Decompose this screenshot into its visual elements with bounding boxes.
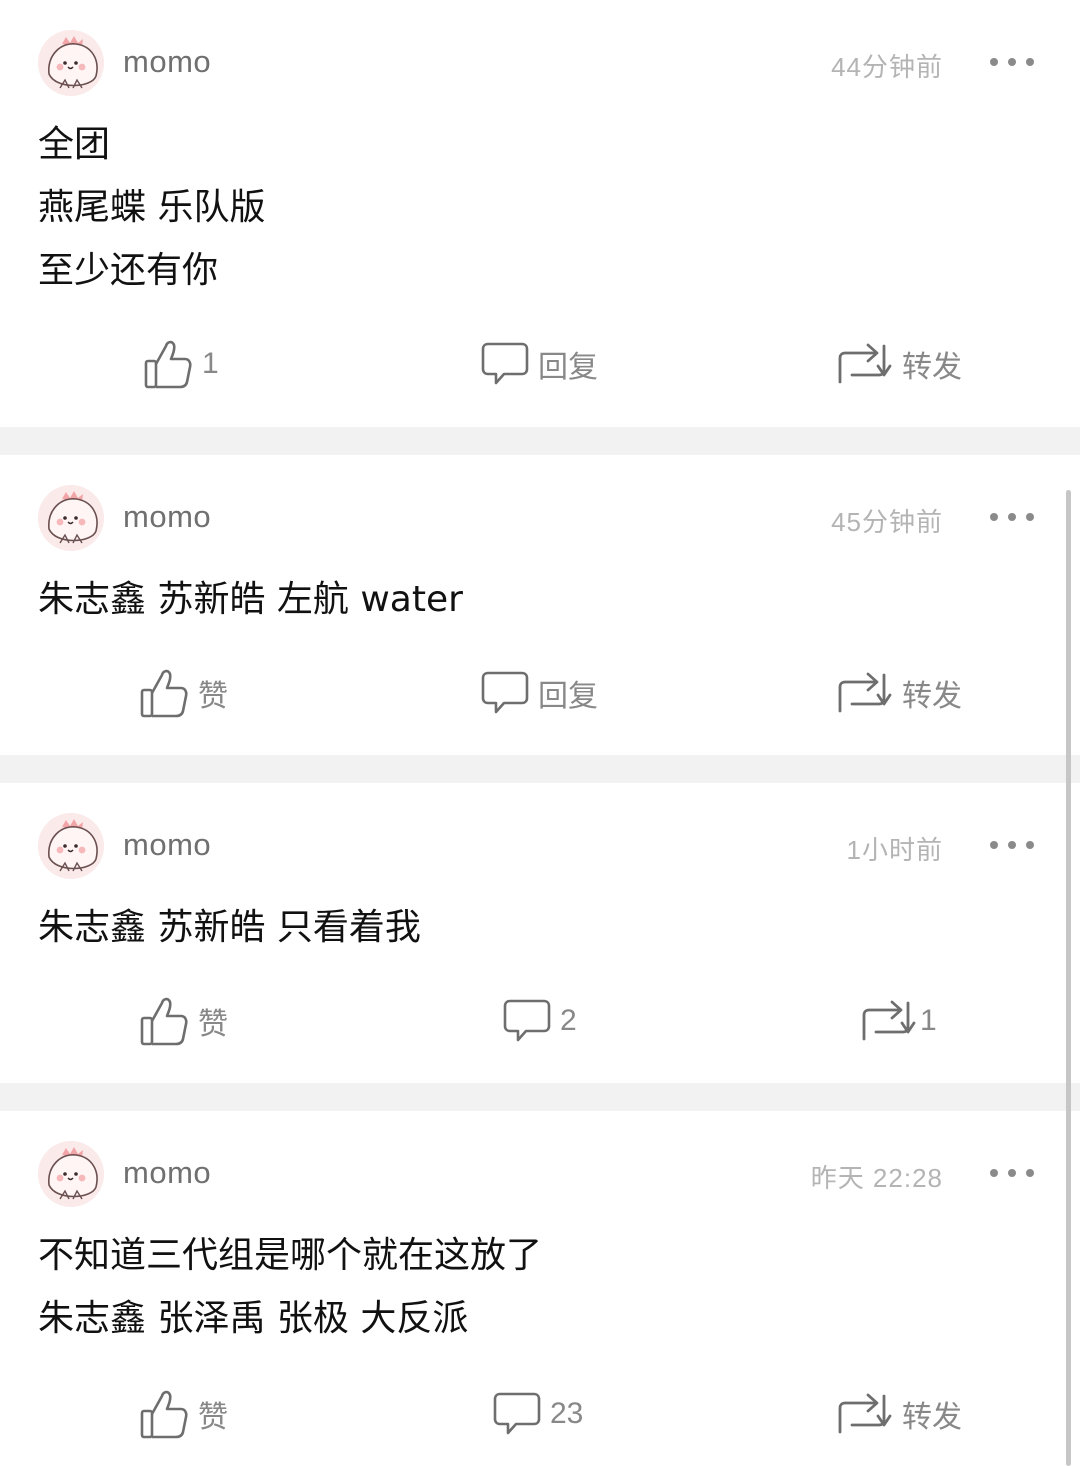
username[interactable]: momo: [123, 1155, 211, 1191]
avatar[interactable]: [38, 30, 104, 96]
thumbs-up-icon: [138, 994, 190, 1048]
more-icon[interactable]: [990, 839, 1034, 851]
post-card: momo 昨天 22:28 不知道三代组是哪个就在这放了 朱志鑫 张泽禹 张极 …: [0, 1111, 1080, 1466]
share-label: 转发: [902, 679, 962, 714]
post-text-line: 朱志鑫 苏新皓 左航 water: [38, 579, 463, 620]
post-card: momo 1小时前 朱志鑫 苏新皓 只看着我 赞 2 1: [0, 783, 1080, 1083]
post-text: 朱志鑫 苏新皓 左航 water: [38, 568, 463, 631]
like-button[interactable]: 1: [142, 334, 219, 394]
post-time: 45分钟前: [831, 507, 943, 537]
reply-label: 回复: [538, 350, 598, 385]
post-text: 全团 燕尾蝶 乐队版 至少还有你: [38, 113, 265, 302]
speech-bubble-icon: [480, 340, 530, 388]
share-button[interactable]: 1: [860, 991, 937, 1051]
post-time: 44分钟前: [831, 52, 943, 82]
more-icon[interactable]: [990, 511, 1034, 523]
avatar[interactable]: [38, 813, 104, 879]
reply-button[interactable]: 回复: [480, 334, 598, 394]
thumbs-up-icon: [138, 1387, 190, 1441]
speech-bubble-icon: [480, 669, 530, 717]
like-label: 赞: [198, 1007, 228, 1042]
reply-button[interactable]: 23: [492, 1384, 583, 1444]
username[interactable]: momo: [123, 499, 211, 535]
post-time: 昨天 22:28: [810, 1163, 943, 1193]
avatar[interactable]: [38, 485, 104, 551]
post-text-line: 燕尾蝶 乐队版: [38, 187, 266, 228]
reply-button[interactable]: 2: [502, 991, 577, 1051]
share-label: 转发: [902, 350, 962, 385]
post-text-line: 不知道三代组是哪个就在这放了: [38, 1235, 543, 1276]
post-text-line: 至少还有你: [38, 250, 219, 291]
like-label: 赞: [198, 1400, 228, 1435]
reply-count: 2: [560, 1004, 577, 1037]
post-text-line: 全团: [38, 124, 111, 165]
speech-bubble-icon: [492, 1390, 542, 1438]
reply-label: 回复: [538, 679, 598, 714]
avatar[interactable]: [38, 1141, 104, 1207]
like-button[interactable]: 赞: [138, 991, 228, 1051]
scrollbar[interactable]: [1066, 490, 1071, 1466]
repost-icon: [860, 999, 918, 1043]
speech-bubble-icon: [502, 997, 552, 1045]
thumbs-up-icon: [142, 337, 194, 391]
share-button[interactable]: 转发: [836, 334, 962, 394]
share-count: 1: [920, 1004, 937, 1037]
repost-icon: [836, 342, 894, 386]
like-button[interactable]: 赞: [138, 663, 228, 723]
post-time: 1小时前: [846, 835, 943, 865]
share-button[interactable]: 转发: [836, 663, 962, 723]
post-text: 朱志鑫 苏新皓 只看着我: [38, 896, 421, 959]
share-button[interactable]: 转发: [836, 1384, 962, 1444]
post-text: 不知道三代组是哪个就在这放了 朱志鑫 张泽禹 张极 大反派: [38, 1224, 542, 1350]
more-icon[interactable]: [990, 1167, 1034, 1179]
reply-count: 23: [550, 1397, 584, 1430]
reply-button[interactable]: 回复: [480, 663, 598, 723]
username[interactable]: momo: [123, 827, 211, 863]
thumbs-up-icon: [138, 666, 190, 720]
repost-icon: [836, 1392, 894, 1436]
repost-icon: [836, 671, 894, 715]
username[interactable]: momo: [123, 44, 211, 80]
post-card: momo 45分钟前 朱志鑫 苏新皓 左航 water 赞 回复 转发: [0, 455, 1080, 755]
post-text-line: 朱志鑫 张泽禹 张极 大反派: [38, 1298, 469, 1339]
like-button[interactable]: 赞: [138, 1384, 228, 1444]
more-icon[interactable]: [990, 56, 1034, 68]
share-label: 转发: [902, 1400, 962, 1435]
post-text-line: 朱志鑫 苏新皓 只看着我: [38, 907, 421, 948]
post-card: momo 44分钟前 全团 燕尾蝶 乐队版 至少还有你 1 回复 转发: [0, 0, 1080, 427]
like-label: 赞: [198, 679, 228, 714]
like-count: 1: [202, 347, 219, 380]
